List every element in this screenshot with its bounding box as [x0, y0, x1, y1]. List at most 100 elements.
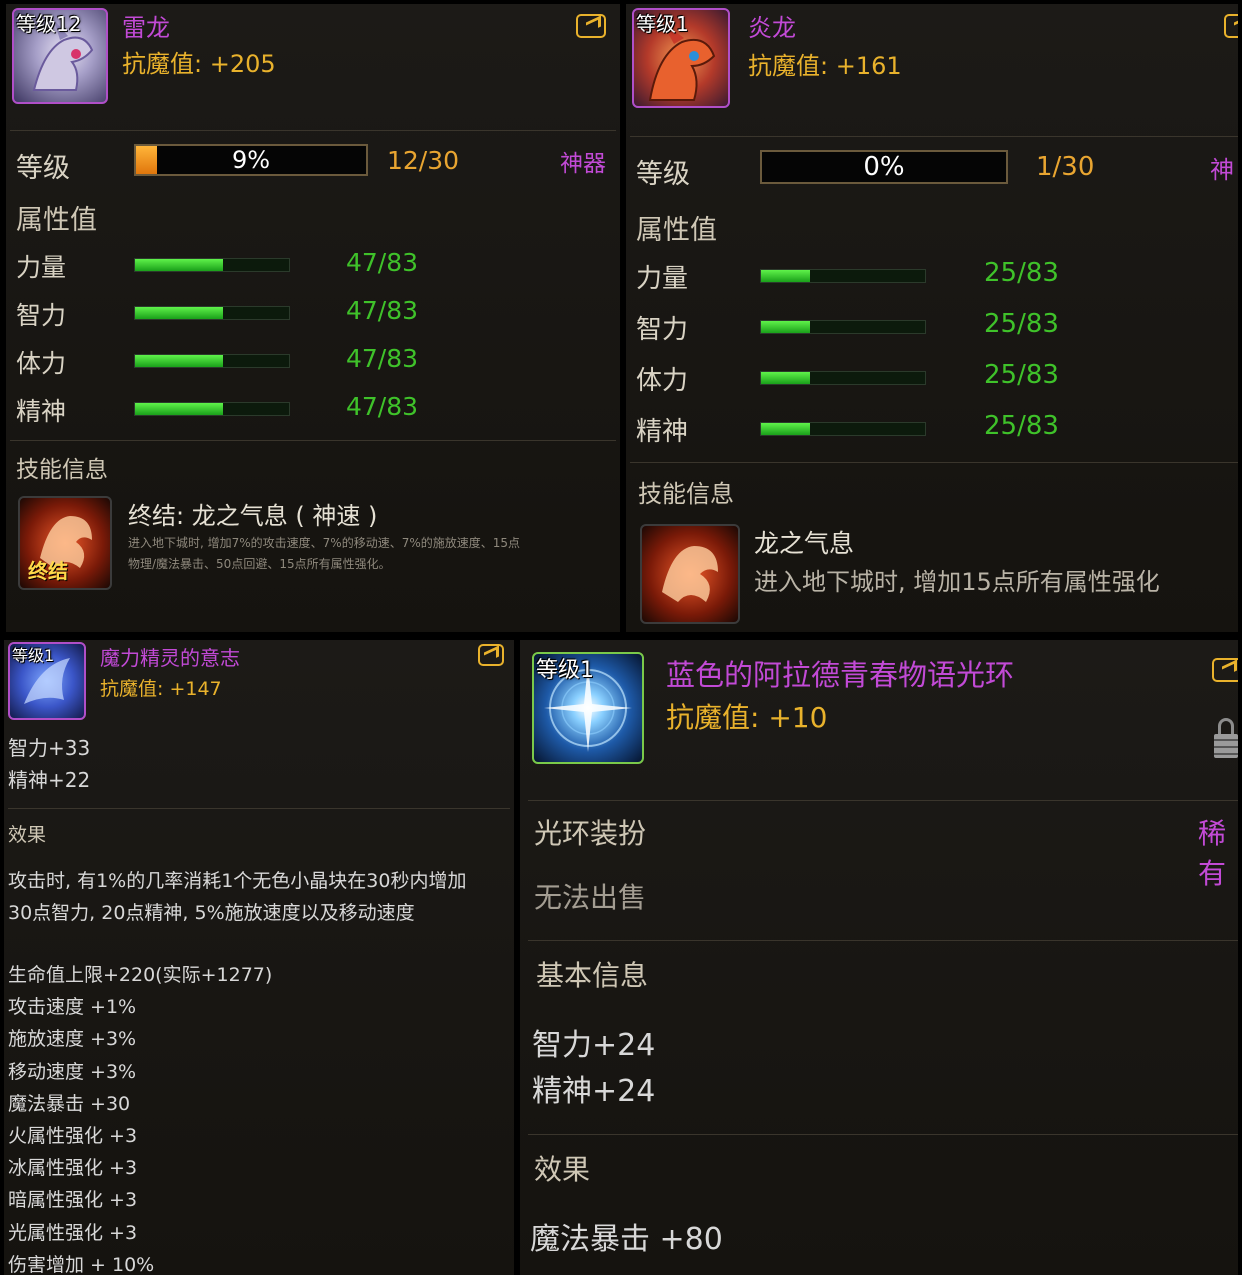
stat-label: 体力 [16, 349, 67, 378]
stat-bar-fill [135, 307, 223, 319]
stat-label: 智力 [16, 301, 67, 330]
stat-bar-fill [761, 321, 811, 333]
fire-dragon-icon [662, 546, 718, 602]
skill-name: 龙之气息 [754, 529, 855, 558]
item-panel-aura: 等级1 蓝色的阿拉德青春物语光环 抗魔值: +10 光环装扮 稀有 无法出售 基… [520, 640, 1238, 1275]
stat-bar [760, 371, 926, 385]
anti-magic-value: 抗魔值: +147 [100, 678, 222, 700]
skill-name: 终结: 龙之气息 ( 神速 ) [128, 502, 378, 530]
stat-bar [134, 306, 290, 320]
divider [630, 136, 1238, 137]
skill-icon[interactable]: 终结 [18, 496, 112, 590]
level-count: 1/30 [1036, 152, 1095, 182]
basic-info-heading: 基本信息 [536, 959, 649, 992]
stat-label: 精神 [16, 397, 67, 426]
effect-heading: 效果 [8, 824, 47, 846]
effect-text: 30点智力, 20点精神, 5%施放速度以及移动速度 [8, 902, 415, 924]
stat-label: 体力 [636, 366, 689, 396]
item-panel-magic-spirit: 等级1 魔力精灵的意志 抗魔值: +147 智力+33 精神+22 效果 攻击时… [4, 640, 514, 1275]
rarity-label: 神 [1210, 156, 1234, 184]
level-progress-bar: 0% [760, 150, 1008, 184]
stat-value: 25/83 [984, 309, 1059, 339]
skill-heading: 技能信息 [16, 457, 108, 483]
attribute-line: 精神+24 [532, 1074, 656, 1109]
bonus-line: 生命值上限+220(实际+1277) [8, 964, 273, 986]
stat-bar [760, 269, 926, 283]
stat-bar [134, 354, 290, 368]
bonus-line: 光属性强化 +3 [8, 1221, 138, 1244]
effect-heading: 效果 [534, 1153, 591, 1186]
skill-heading: 技能信息 [638, 480, 734, 508]
pet-name: 雷龙 [122, 14, 170, 42]
bonus-line: 火属性强化 +3 [8, 1125, 138, 1147]
anti-magic-value: 抗魔值: +10 [666, 701, 828, 734]
attribute-line: 精神+22 [8, 768, 91, 792]
level-progress-bar: 9% [134, 144, 368, 176]
bonus-line: 暗属性强化 +3 [8, 1189, 138, 1212]
divider [528, 800, 1238, 801]
level-badge: 等级1 [536, 658, 594, 683]
attribute-line: 智力+33 [8, 736, 91, 760]
level-label: 等级 [636, 159, 690, 190]
level-badge: 等级1 [12, 646, 55, 665]
level-label: 等级 [16, 153, 70, 184]
stat-label: 力量 [636, 264, 689, 294]
divider [630, 462, 1238, 463]
skill-description: 进入地下城时, 增加15点所有属性强化 [754, 568, 1160, 596]
bonus-line: 施放速度 +3% [8, 1028, 137, 1051]
skill-icon-text: 终结 [28, 559, 68, 583]
rarity-label: 稀有 [1198, 817, 1227, 890]
stat-value: 47/83 [346, 392, 419, 421]
divider [528, 1134, 1238, 1135]
stat-value: 47/83 [346, 248, 419, 277]
skill-description: 进入地下城时, 增加7%的攻击速度、7%的移动速、7%的施放速度、15点 [128, 536, 521, 550]
stat-bar-fill [761, 270, 811, 282]
effect-text: 攻击时, 有1%的几率消耗1个无色小晶块在30秒内增加 [8, 870, 467, 892]
level-percent: 9% [231, 146, 271, 174]
attribute-heading: 属性值 [16, 205, 97, 236]
bonus-line: 攻击速度 +1% [8, 996, 137, 1019]
pet-portrait[interactable]: 等级1 [632, 8, 730, 108]
lock-icon[interactable] [1214, 718, 1238, 758]
stat-value: 47/83 [346, 296, 419, 325]
level-percent: 0% [863, 152, 905, 182]
pet-portrait[interactable]: 等级12 [12, 8, 108, 104]
stat-bar [760, 422, 926, 436]
attribute-line: 智力+24 [532, 1028, 656, 1063]
share-icon[interactable] [1224, 14, 1238, 38]
anti-magic-value: 抗魔值: +205 [122, 50, 276, 78]
share-icon[interactable] [1212, 658, 1238, 682]
item-name: 蓝色的阿拉德青春物语光环 [666, 658, 1015, 692]
pet-panel-fire-dragon: 等级1 炎龙 抗魔值: +161 等级 0% 1/30 神 属性值 力量 25/8… [626, 4, 1238, 632]
item-name: 魔力精灵的意志 [100, 646, 240, 670]
stat-bar-fill [135, 259, 223, 271]
category-label: 光环装扮 [534, 817, 647, 850]
effect-text: 魔法暴击 +80 [530, 1222, 723, 1257]
bonus-line: 冰属性强化 +3 [8, 1157, 138, 1180]
pet-panel-thunder-dragon: 等级12 雷龙 抗魔值: +205 等级 9% 12/30 神器 属性值 力量 4… [6, 4, 620, 632]
skill-icon[interactable] [640, 524, 740, 624]
divider [10, 130, 616, 131]
pet-name: 炎龙 [748, 14, 796, 42]
share-icon[interactable] [478, 644, 504, 666]
stat-label: 智力 [636, 315, 689, 345]
stat-value: 25/83 [984, 411, 1059, 441]
item-portrait[interactable]: 等级1 [8, 642, 86, 720]
stat-bar [134, 258, 290, 272]
skill-description: 物理/魔法暴击、50点回避、15点所有属性强化。 [128, 557, 391, 571]
stat-value: 25/83 [984, 360, 1059, 390]
stat-bar-fill [135, 355, 223, 367]
bonus-line: 魔法暴击 +30 [8, 1092, 131, 1115]
bonus-line: 伤害增加 + 10% [8, 1253, 155, 1275]
bonus-line: 移动速度 +3% [8, 1060, 137, 1083]
divider [528, 940, 1238, 941]
stat-bar-fill [761, 423, 811, 435]
stat-bar-fill [761, 372, 811, 384]
attribute-heading: 属性值 [636, 215, 717, 246]
trade-status: 无法出售 [534, 881, 647, 914]
level-count: 12/30 [387, 146, 460, 175]
level-badge: 等级1 [636, 12, 689, 36]
share-icon[interactable] [576, 14, 606, 38]
stat-label: 力量 [16, 253, 67, 282]
item-portrait[interactable]: 等级1 [532, 652, 644, 764]
